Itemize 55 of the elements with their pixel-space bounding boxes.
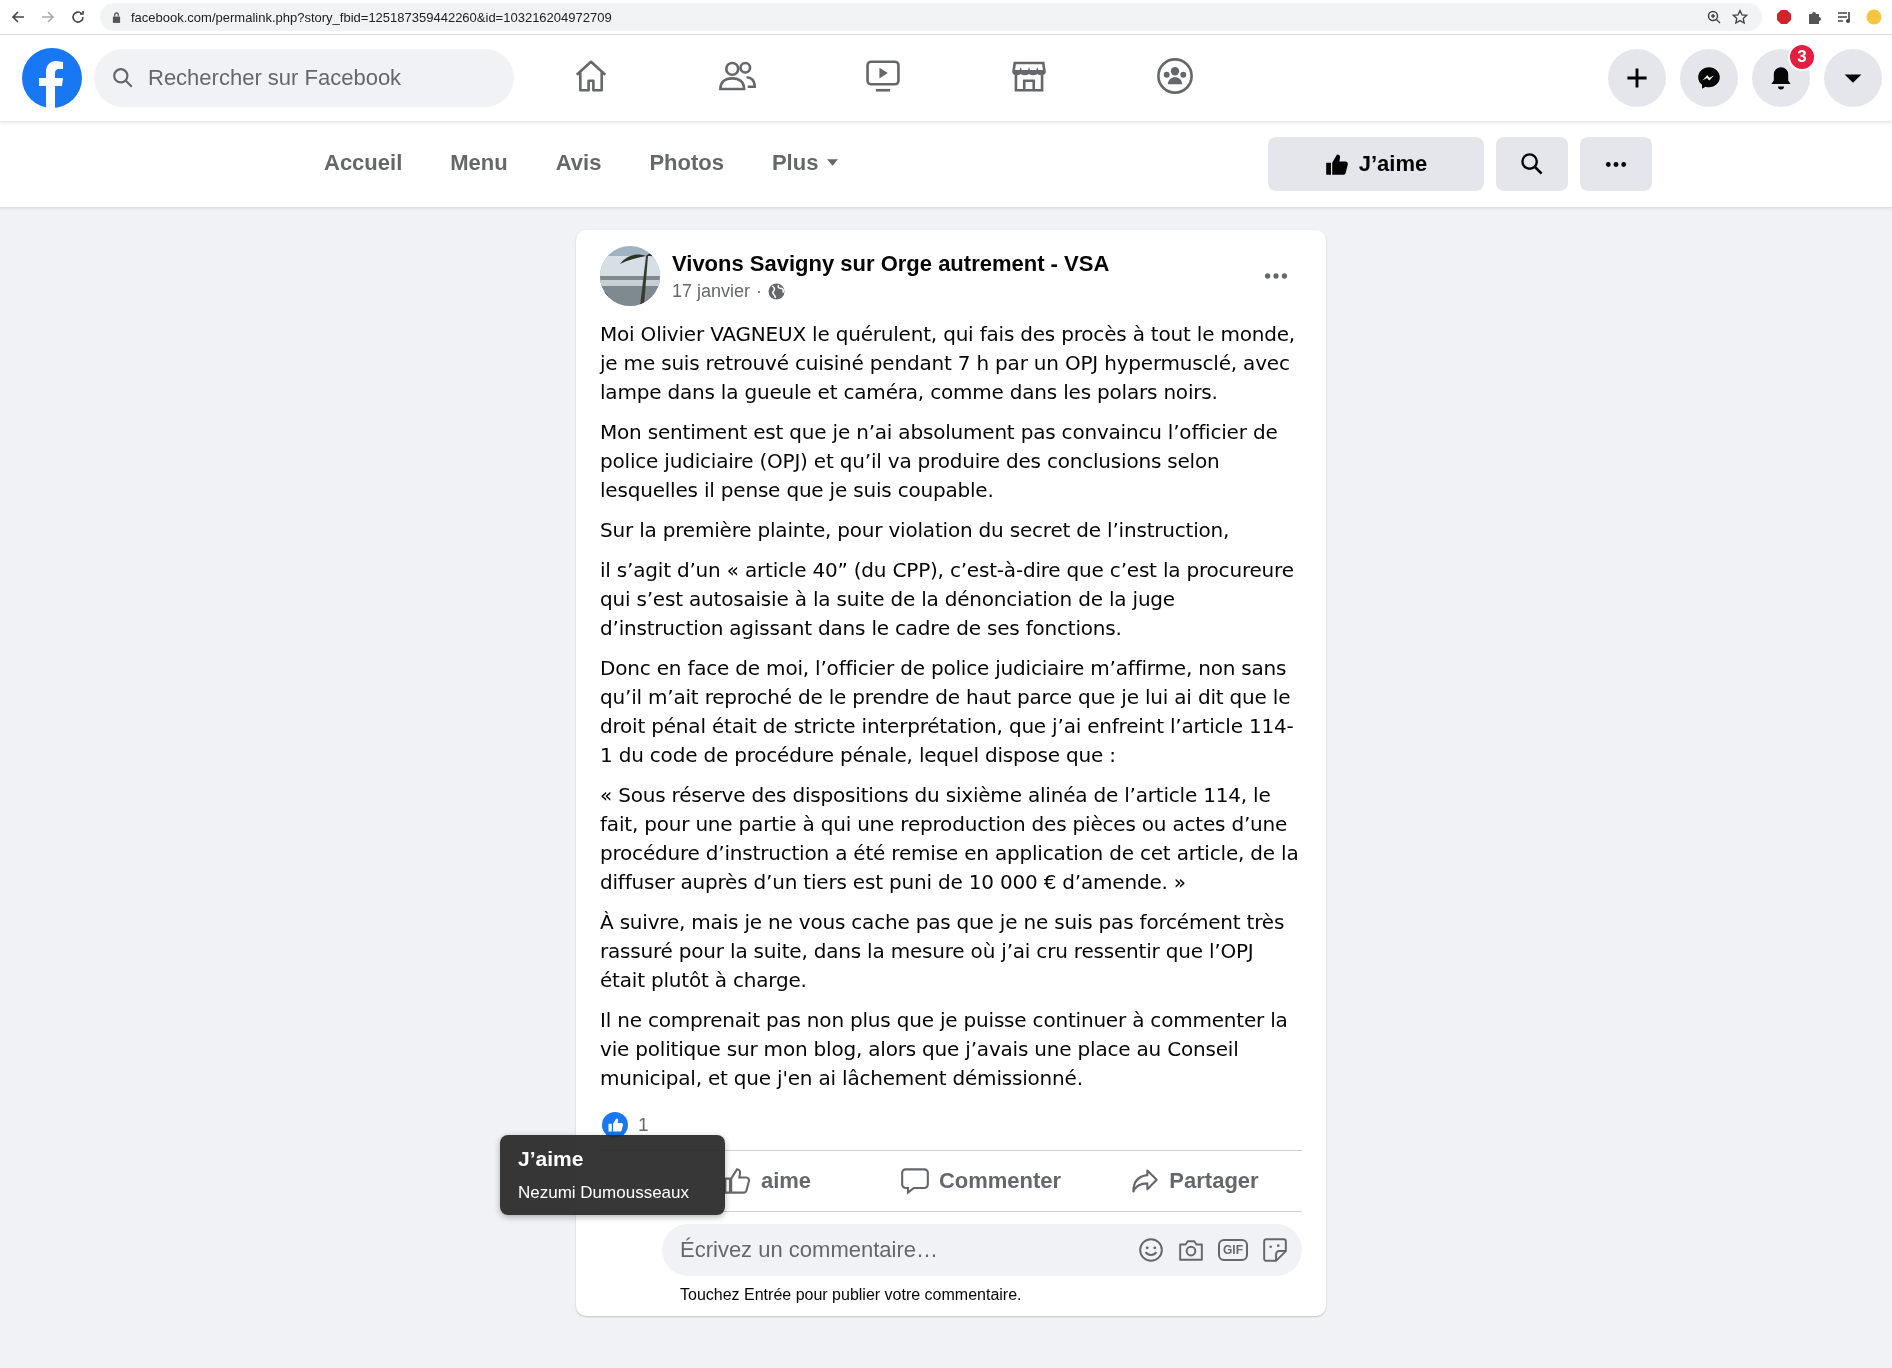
- page-tab[interactable]: Plus: [747, 129, 864, 199]
- reload-icon[interactable]: [70, 9, 86, 25]
- bell-icon: [1769, 66, 1793, 90]
- search-icon: [1520, 152, 1544, 176]
- author-name[interactable]: Vivons Savigny sur Orge autrement - VSA: [672, 250, 1252, 277]
- search-field[interactable]: Rechercher sur Facebook: [94, 49, 514, 107]
- globe-icon: [768, 282, 786, 300]
- ellipsis-icon: [1605, 160, 1627, 168]
- video-icon: [864, 57, 902, 95]
- post-paragraph: Mon sentiment est que je n’ai absolument pas convaincu l’officier de police judiciaire (OPJ) et qu’il va produire des conclusions selon lesquelles il pense que je suis coupable.: [600, 419, 1279, 504]
- sticker-icon[interactable]: [1262, 1237, 1288, 1263]
- back-icon[interactable]: [10, 9, 26, 25]
- post-action-button[interactable]: Partager: [1088, 1151, 1302, 1211]
- stop-sign-icon[interactable]: [1776, 9, 1792, 25]
- page-tab[interactable]: Menu: [426, 129, 532, 199]
- comment-hint: Touchez Entrée pour publier votre commentaire.: [680, 1286, 1023, 1304]
- zoom-icon[interactable]: [1706, 9, 1722, 25]
- gif-button[interactable]: GIF: [1218, 1239, 1248, 1261]
- speech-bubble-icon: [900, 1167, 929, 1195]
- post-date[interactable]: 17 janvier: [672, 280, 751, 302]
- star-icon[interactable]: [1732, 9, 1748, 25]
- plus-icon: [1625, 66, 1649, 90]
- group-icon: [1156, 57, 1194, 95]
- post-paragraph: « Sous réserve des dispositions du sixième alinéa de l’article 114, le fait, pour une partie à qui une reproduction des pièces ou actes d’une procédure d’instruction a été remise en application de cet article, de la diffuser auprès d’un tiers est puni de 10 000 € d’amende. »: [600, 782, 1300, 896]
- playlist-icon[interactable]: [1836, 9, 1852, 25]
- page-tab[interactable]: Accueil: [300, 129, 427, 199]
- search-button[interactable]: [1496, 137, 1568, 191]
- post-paragraph: Sur la première plainte, pour violation du secret de l’instruction,: [600, 517, 1231, 544]
- thumbs-up-icon: [1324, 152, 1349, 176]
- post-paragraph: Donc en face de moi, l’officier de police judiciaire m’affirme, non sans qu’il m’ait reproché de le prendre de haut parce que je lui ai dit que le droit pénal était de stricte interprétation, que j’ai enfreint l’article 114-1 du code de procédure pénale, lequel dispose que :: [600, 655, 1295, 769]
- post-paragraph: il s’agit d’un « article 40” (du CPP), c’est-à-dire que c’est la procureure qui s’est autosaisie à la suite de la dénonciation de la juge d’instruction agissant dans le cadre de ses fonctions.: [600, 557, 1295, 642]
- puzzle-icon[interactable]: [1806, 9, 1822, 25]
- caret-icon: [826, 156, 840, 169]
- tooltip-name: Nezumi Dumousseaux: [518, 1183, 690, 1203]
- chat-bubble-icon: [1697, 66, 1721, 90]
- post-action-button[interactable]: Commenter: [874, 1151, 1088, 1211]
- post-paragraph: Il ne comprenait pas non plus que je puisse continuer à commenter la vie politique sur mon blog, alors que j’avais une place au Conseil municipal, et que j'en ai lâchement démissionné.: [600, 1007, 1289, 1092]
- search-icon: [112, 67, 134, 89]
- post-paragraph: À suivre, mais je ne vous cache pas que je ne suis pas forcément très rassuré pour la suite, dans la mesure où j’ai cru ressentir que l’OPJ était plutôt à charge.: [600, 909, 1286, 994]
- separator: ·: [756, 280, 763, 302]
- camera-icon[interactable]: [1178, 1237, 1204, 1263]
- lock-icon: [112, 11, 121, 23]
- share-arrow-icon: [1131, 1167, 1160, 1195]
- post-paragraph: Moi Olivier VAGNEUX le quérulent, qui fais des procès à tout le monde, je me suis retrouvé cuisiné pendant 7 h par un OPJ hypermusclé, avec lampe dans la gueule et caméra, comme dans les polars noirs.: [600, 321, 1296, 406]
- ellipsis-icon[interactable]: [1264, 272, 1288, 280]
- thumbs-up-icon: [722, 1167, 751, 1195]
- address-bar[interactable]: facebook.com/permalink.php?story_fbid=125187359442260&id=103216204972709: [100, 3, 1762, 31]
- smiley-icon[interactable]: [1138, 1237, 1164, 1263]
- like-page-button[interactable]: J’aime: [1268, 137, 1484, 191]
- reaction-count[interactable]: 1: [638, 1114, 649, 1136]
- page-tab[interactable]: Avis: [531, 129, 626, 199]
- page-tab[interactable]: Photos: [625, 129, 748, 199]
- notification-badge: 3: [1788, 43, 1816, 71]
- tooltip-title: J’aime: [518, 1147, 585, 1171]
- logo-icon[interactable]: [22, 48, 82, 108]
